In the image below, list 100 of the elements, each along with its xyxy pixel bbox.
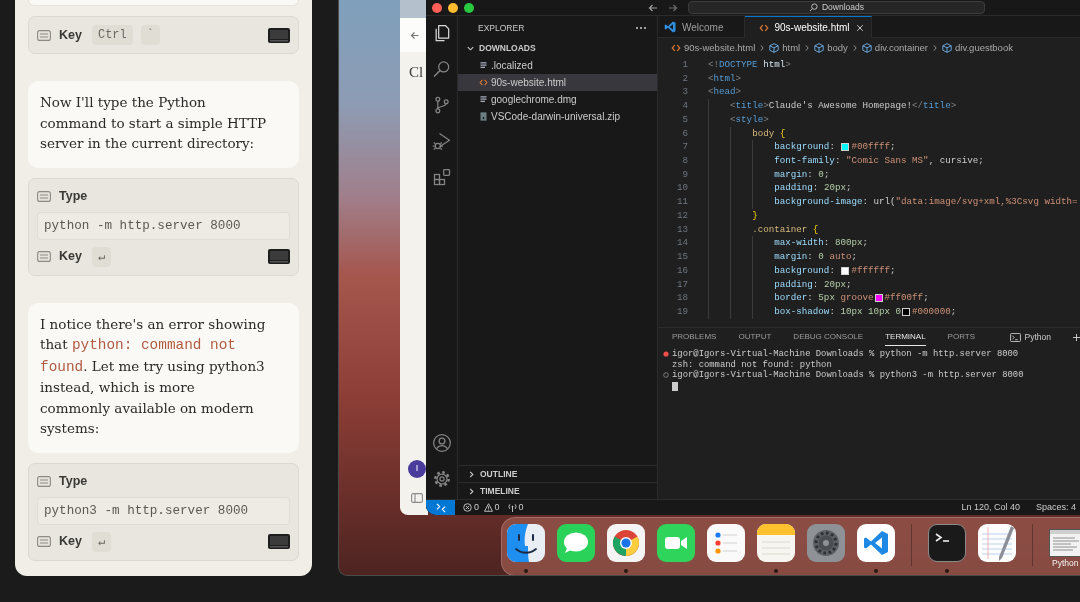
minimize-icon[interactable] — [448, 2, 458, 13]
code-text: <title>Claude's Awesome Homepage!</title> — [730, 99, 957, 113]
cursor-position[interactable]: Ln 120, Col 40 — [961, 500, 1020, 515]
remote-button[interactable] — [426, 499, 455, 515]
plus-icon[interactable] — [1073, 334, 1080, 341]
step-label: Type — [59, 188, 88, 206]
panel-tab[interactable]: TERMINAL — [885, 329, 926, 346]
message-text: I notice there's an error showing that python: command not found. Let me try using python3 instead, which is more commonly available on modern systems: — [40, 314, 267, 438]
screenshot-thumbnail-icon[interactable] — [268, 27, 290, 43]
code-editor-icon[interactable] — [857, 524, 895, 562]
keyboard-icon — [37, 191, 51, 202]
terminal-icon[interactable] — [928, 524, 966, 562]
code-text: background: — [774, 263, 836, 278]
line-number: 8 — [681, 154, 688, 168]
cube-icon — [814, 43, 825, 53]
code-brackets-icon — [479, 78, 488, 87]
browser-title-bar — [400, 0, 428, 18]
code-text: padding: 20px; — [774, 277, 852, 292]
maximize-icon[interactable] — [464, 2, 474, 13]
code-text: background: — [774, 140, 836, 155]
file-item[interactable]: .localized — [458, 57, 657, 74]
pen-and-paper-icon[interactable] — [978, 524, 1016, 562]
breadcrumb-item[interactable]: div.container — [861, 40, 928, 56]
checklist-icon[interactable] — [707, 524, 745, 562]
line-number: 3 — [681, 85, 688, 100]
window-thumbnail[interactable] — [1049, 529, 1080, 557]
line-number: 9 — [681, 167, 688, 182]
notepad-icon[interactable] — [757, 524, 795, 562]
code-text: max-width: 800px; — [774, 236, 868, 251]
line-number: 6 — [681, 126, 688, 141]
chevron-icon — [804, 44, 811, 52]
keyboard-key: ` — [140, 25, 160, 45]
code-text: margin: 0 auto; — [774, 250, 857, 264]
editor-tab[interactable]: 90s-website.html — [744, 16, 872, 38]
settings-icon[interactable] — [431, 469, 452, 489]
gear-icon[interactable] — [807, 524, 845, 562]
code-text: #ffffff; — [851, 263, 896, 278]
terminal-line: zsh: command not found: python — [672, 359, 832, 370]
screenshot-thumbnail-icon[interactable] — [268, 534, 290, 549]
file-item[interactable]: VSCode-darwin-universal.zip — [458, 108, 657, 125]
page-text: Cl — [408, 63, 425, 81]
back-arrow-icon[interactable] — [410, 30, 420, 40]
line-number: 1 — [681, 58, 688, 72]
blocks-icon[interactable] — [431, 167, 452, 187]
speech-bubble-icon[interactable] — [557, 524, 595, 562]
panel-tab[interactable]: PORTS — [947, 329, 976, 346]
keyboard-icon — [37, 251, 51, 262]
user-icon[interactable] — [431, 433, 452, 453]
command-field: python -m http.server 8000 — [37, 211, 290, 240]
more-icon[interactable] — [635, 26, 647, 30]
search-field[interactable]: Downloads — [688, 1, 985, 14]
panel-tab[interactable]: OUTPUT — [738, 329, 772, 346]
browser-icon[interactable] — [607, 524, 645, 562]
video-camera-icon[interactable] — [657, 524, 695, 562]
line-number: 5 — [681, 112, 688, 127]
keyboard-icon — [37, 536, 51, 547]
window-label: Python — [1052, 558, 1079, 568]
run-debug-icon[interactable] — [431, 131, 452, 151]
breadcrumb-item[interactable]: 90s-website.html — [671, 40, 756, 56]
breadcrumb-item[interactable]: div.guestbook — [942, 40, 1013, 56]
chevron-icon — [759, 44, 766, 52]
file-item[interactable]: 90s-website.html — [458, 74, 657, 91]
terminal-profile-button[interactable]: Python — [1009, 331, 1051, 344]
keyboard-key: ↵ — [91, 246, 112, 267]
terminal-icon — [1009, 333, 1021, 342]
code-text: <html> — [708, 71, 742, 86]
code-brackets-icon — [671, 43, 681, 53]
code-text: #00ffff; — [851, 140, 896, 155]
indentation-button[interactable]: Spaces: 4 — [1035, 500, 1076, 515]
step-label: Type — [59, 473, 88, 491]
close-icon[interactable] — [432, 2, 442, 13]
warning-icon — [483, 503, 493, 512]
line-number: 7 — [681, 140, 688, 155]
keyboard-key: Ctrl — [91, 25, 133, 45]
code-text: <head> — [708, 85, 742, 100]
folder-header[interactable]: DOWNLOADS — [458, 40, 657, 57]
ports-button[interactable]: 0 — [507, 500, 524, 515]
archive-icon — [479, 112, 488, 121]
file-item[interactable]: googlechrome.dmg — [458, 91, 657, 108]
close-icon[interactable] — [855, 23, 864, 32]
code-text: font-family: "Comic Sans MS", cursive; — [774, 154, 984, 168]
search-icon[interactable] — [431, 59, 452, 79]
panel-tab[interactable]: DEBUG CONSOLE — [793, 329, 864, 346]
problems-button[interactable]: 0 0 — [463, 500, 500, 515]
screenshot-thumbnail-icon[interactable] — [268, 249, 290, 264]
panel-tab[interactable]: PROBLEMS — [672, 329, 717, 346]
section-header[interactable]: OUTLINE — [458, 465, 657, 482]
line-number: 2 — [681, 71, 688, 86]
keyboard-key: ↵ — [91, 531, 112, 552]
line-number: 4 — [681, 99, 688, 113]
line-number: 18 — [675, 291, 688, 305]
editor-tab[interactable]: Welcome — [658, 16, 745, 37]
sidebar-icon[interactable] — [411, 493, 423, 503]
avatar[interactable]: I — [408, 460, 426, 478]
breadcrumb-item[interactable]: html — [769, 40, 801, 56]
back-arrow-icon[interactable] — [648, 2, 658, 13]
forward-arrow-icon[interactable] — [668, 2, 678, 13]
breadcrumb-item[interactable]: body — [814, 40, 848, 56]
command-field: python3 -m http.server 8000 — [37, 496, 290, 525]
smiling-face-icon[interactable] — [507, 524, 545, 562]
